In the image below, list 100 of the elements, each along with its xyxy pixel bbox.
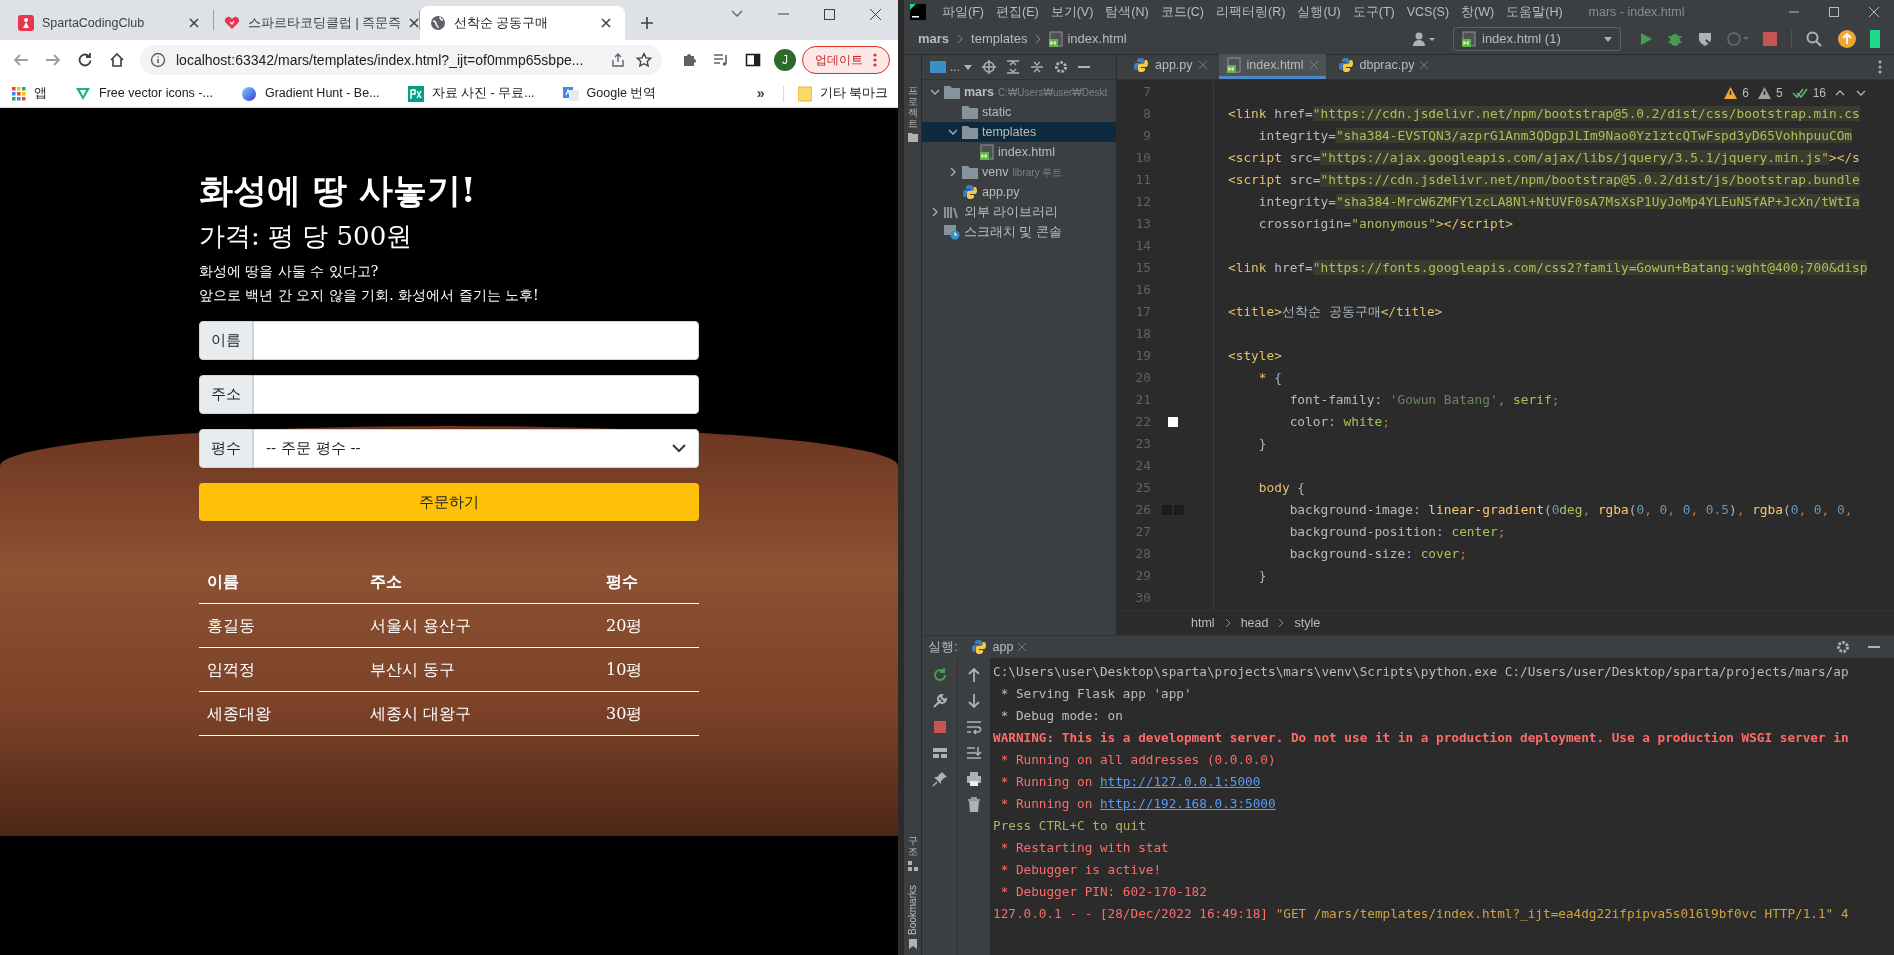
menu-item[interactable]: 탐색(N) [1099,2,1155,22]
shield-icon[interactable] [1697,31,1713,47]
settings-icon[interactable] [1836,640,1850,654]
menu-item[interactable]: 도움말(H) [1500,2,1569,22]
run-config-dropdown[interactable]: index.html (1) [1453,27,1621,51]
address-bar[interactable]: localhost:63342/mars/templates/index.html?_ijt=of0mmp65sbpe... [140,45,662,75]
chevron-down-icon[interactable] [1856,90,1866,96]
close-icon[interactable] [1420,61,1429,69]
project-view-dropdown[interactable]: ... [930,58,972,76]
menu-item[interactable]: 리팩터링(R) [1210,2,1292,22]
wrap-icon[interactable] [966,719,982,735]
run-icon[interactable] [1639,32,1653,46]
trash-icon[interactable] [966,797,982,813]
chevron-right-icon[interactable] [930,207,940,217]
wrench-icon[interactable] [931,693,948,709]
arrow-down-icon[interactable] [966,693,982,709]
breadcrumb-item[interactable]: mars [918,29,950,49]
order-button[interactable]: 주문하기 [199,483,699,521]
browser-tab[interactable]: 스파르타코딩클럽 | 즉문즉 [214,6,419,40]
menu-item[interactable]: 도구(T) [1346,2,1401,22]
settings-icon[interactable] [1054,60,1068,74]
breadcrumb-item[interactable]: html [1191,613,1215,633]
input-field[interactable] [253,375,699,414]
share-icon[interactable] [610,52,626,68]
menu-item[interactable]: 편집(E) [989,2,1045,22]
intro-text: 화성에 땅을 사둘 수 있다고? [199,262,380,281]
python-file-icon [1133,57,1149,73]
breadcrumb-item[interactable]: index.html [1049,29,1127,49]
line-number: 27 [1135,524,1151,540]
close-icon [1018,643,1027,651]
profile-avatar[interactable]: J [774,49,796,71]
menu-item[interactable]: 파일(F) [936,2,990,22]
bug-icon[interactable] [1667,31,1683,47]
editor-tab[interactable]: app.py [1125,54,1215,79]
pin-icon[interactable] [931,771,948,787]
star-icon[interactable] [636,52,652,68]
tree-item[interactable]: 외부 라이브러리 [922,202,1116,222]
breadcrumb-item[interactable]: head [1240,613,1269,633]
chevron-right-icon [1035,34,1042,44]
chevron-down-icon[interactable] [948,127,958,137]
collapse-all-icon[interactable] [1030,60,1044,74]
other-bookmarks-link[interactable]: 기타 북마크 [797,84,888,103]
menu-item[interactable]: 창(W) [1455,2,1501,22]
structure-tool-tab[interactable]: 구조 [907,835,918,857]
gradient-circle-icon [240,85,257,102]
close-icon[interactable] [1869,7,1879,17]
structure-icon [907,861,918,871]
breadcrumb-item[interactable]: templates [971,29,1028,49]
browser-tab[interactable]: SpartaCodingClub [8,6,213,40]
menu-item[interactable]: 실행(U) [1291,2,1347,22]
bookmark-link[interactable]: 앱 [12,84,61,103]
code-line: integrity="sha384-MrcW6ZMFYlzcLA8Nl+NtUVF0sA7MsXsP1UyJoMp4YLEuNSfAP+JcXn/tWtIa [1257,193,1860,212]
chevron-down-icon[interactable] [930,87,940,97]
crosshair-icon[interactable] [982,60,996,74]
menu-item[interactable]: 보기(V) [1044,2,1100,22]
arrow-up-icon[interactable] [966,667,982,683]
stop-icon[interactable] [931,719,948,735]
more-vertical-icon[interactable] [1878,60,1882,74]
tree-item[interactable]: venv library 루트 [922,162,1116,182]
browser-tab[interactable]: 선착순 공동구매 [420,6,625,40]
editor-tab[interactable]: dbprac.py [1329,54,1437,79]
tree-item[interactable]: app.py [922,182,1116,202]
print-icon[interactable] [966,771,982,787]
user-icon[interactable] [1413,32,1437,46]
breadcrumb-item[interactable]: style [1294,613,1321,633]
bookmark-link[interactable]: Google 번역 [562,84,671,103]
console-link[interactable]: http://127.0.0.1:5000 [1099,774,1261,789]
menu-item[interactable]: VCS(S) [1400,2,1456,22]
table-cell: 20평 [606,615,643,635]
run-tab[interactable]: app [967,636,1031,658]
console-link[interactable]: http://192.168.0.3:5000 [1099,796,1276,811]
update-button[interactable]: 업데이트 [802,46,890,74]
project-tool-tab[interactable]: 프로젝트 [907,85,918,129]
input-field[interactable] [253,321,699,360]
editor-tab[interactable]: index.html [1218,54,1326,79]
bookmarks-tool-tab[interactable]: Bookmarks [905,885,920,935]
maximize-icon[interactable] [1829,7,1839,17]
chevron-up-icon[interactable] [1835,90,1845,96]
tree-item[interactable]: templates [922,122,1116,142]
bookmark-link[interactable]: Gradient Hunt - Be... [240,84,394,103]
tree-item[interactable]: static [922,102,1116,122]
line-number: 22 [1135,414,1151,430]
chevron-right-icon[interactable] [948,167,958,177]
menu-item[interactable]: 코드(C) [1154,2,1211,22]
close-icon[interactable] [1198,61,1207,69]
search-icon[interactable] [1806,31,1822,47]
expand-all-icon[interactable] [1006,60,1020,74]
rerun-icon[interactable] [931,667,948,683]
select-field[interactable]: -- 주문 평수 -- [253,429,699,468]
chevron-down-icon [672,444,686,453]
page-title: 화성에 땅 사놓기! [199,169,477,212]
bookmark-link[interactable]: Free vector icons -... [75,84,227,103]
tree-item[interactable]: 스크래치 및 콘솔 [922,222,1116,242]
layout-icon[interactable] [931,745,948,761]
bookmark-link[interactable]: 자료 사진 - 무료... [407,84,549,103]
scroll-end-icon[interactable] [966,745,982,761]
code-line: } [1257,567,1267,586]
tree-item[interactable]: mars C:₩Users₩user₩Deskt [922,82,1116,102]
more-bookmarks-button[interactable]: » [752,83,769,104]
tree-item[interactable]: index.html [922,142,1116,162]
